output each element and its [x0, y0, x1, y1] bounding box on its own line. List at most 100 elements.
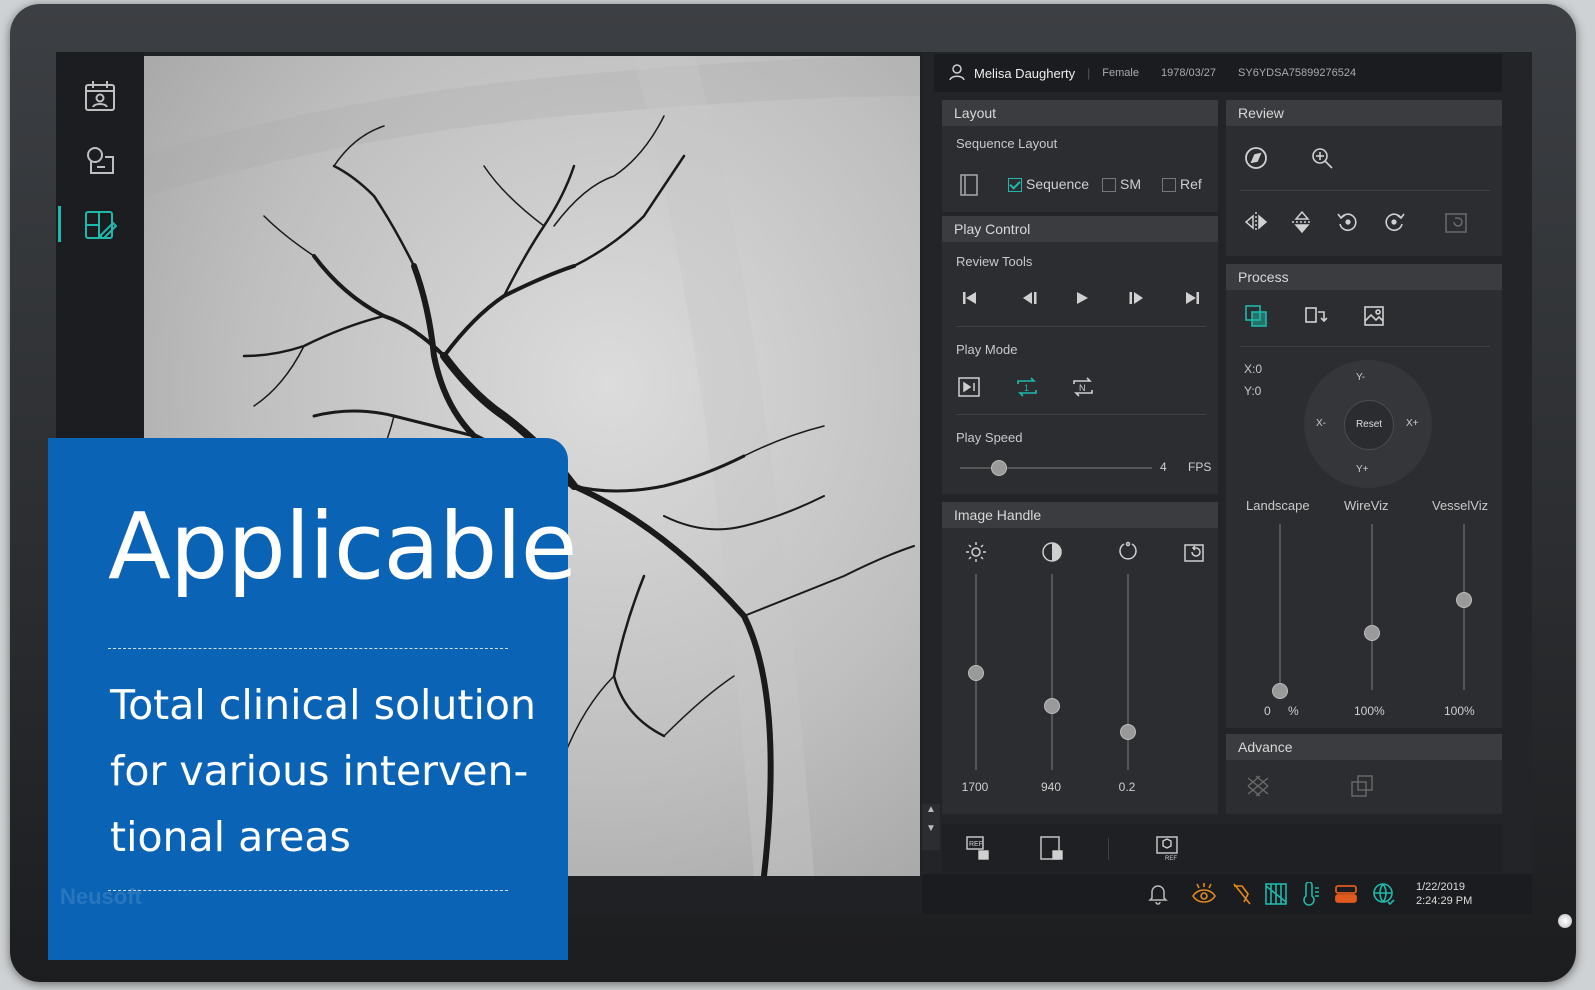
process-title: Process	[1226, 264, 1502, 290]
play-control-title: Play Control	[942, 216, 1218, 242]
overlay-title: Applicable	[108, 493, 577, 600]
play-once-icon[interactable]	[956, 374, 982, 400]
brightness-slider[interactable]	[968, 574, 984, 770]
compass-icon[interactable]	[1242, 144, 1270, 172]
dpad-up-button[interactable]: Y-	[1356, 372, 1365, 383]
divider	[1108, 838, 1109, 860]
pixel-shift-icon[interactable]	[1302, 302, 1330, 330]
zoom-in-icon[interactable]	[1308, 144, 1336, 172]
speed-unit: FPS	[1188, 460, 1212, 474]
ref-checkbox[interactable]: Ref	[1162, 176, 1202, 193]
scroll-up-icon[interactable]: ▲	[922, 804, 940, 815]
gamma-icon[interactable]	[1116, 540, 1140, 564]
acquisition-icon[interactable]	[78, 138, 122, 182]
layout-panel: Layout Sequence Layout Sequence SM Ref	[942, 100, 1218, 212]
rotate-left-icon[interactable]	[1334, 208, 1362, 236]
rotate-right-icon[interactable]	[1380, 208, 1408, 236]
wireviz-label: WireViz	[1344, 498, 1389, 513]
vesselviz-label: VesselViz	[1432, 498, 1489, 513]
wireviz-value: 100%	[1354, 704, 1385, 718]
notification-bell-icon[interactable]	[1146, 882, 1170, 906]
brightness-icon[interactable]	[964, 540, 988, 564]
last-frame-icon[interactable]	[1180, 286, 1204, 310]
collimator-warning-icon[interactable]	[1228, 880, 1256, 908]
loop-icon[interactable]: 1	[1014, 374, 1040, 400]
slider-knob[interactable]	[1364, 624, 1380, 641]
dpad-down-button[interactable]: Y+	[1356, 464, 1369, 475]
loop-n-icon[interactable]: N	[1070, 374, 1096, 400]
wireviz-slider[interactable]	[1364, 524, 1380, 690]
mesh-icon[interactable]	[1244, 772, 1272, 800]
temperature-icon[interactable]	[1296, 880, 1324, 908]
contrast-value: 940	[1040, 780, 1062, 794]
slider-knob[interactable]	[1456, 591, 1472, 608]
slider-knob[interactable]	[968, 665, 984, 681]
vesselviz-value: 100%	[1444, 704, 1475, 718]
reset-view-icon[interactable]	[1442, 208, 1470, 236]
user-icon	[948, 63, 966, 84]
flip-horizontal-icon[interactable]	[1242, 208, 1270, 236]
advance-panel: Advance	[1226, 734, 1502, 814]
image-handle-title: Image Handle	[942, 502, 1218, 528]
contrast-icon[interactable]	[1040, 540, 1064, 564]
landscape-label: Landscape	[1246, 498, 1310, 513]
grid-icon[interactable]	[1262, 880, 1290, 908]
slider-knob[interactable]	[1272, 683, 1288, 699]
slider-knob[interactable]	[1120, 723, 1136, 740]
sm-checkbox[interactable]: SM	[1102, 176, 1141, 193]
contrast-slider[interactable]	[1044, 574, 1060, 770]
play-control-panel: Play Control Review Tools Play Mode 1 N …	[942, 216, 1218, 494]
scroll-down-icon[interactable]: ▼	[922, 823, 940, 834]
sm-label: SM	[1120, 176, 1141, 192]
network-icon[interactable]	[1370, 880, 1398, 908]
play-icon[interactable]	[1070, 286, 1094, 310]
clock-date: 1/22/2019	[1416, 881, 1465, 893]
review-edit-icon[interactable]	[58, 202, 122, 246]
reset-image-icon[interactable]	[1182, 540, 1206, 564]
image-handle-panel: Image Handle 1700 940 0.2	[942, 502, 1218, 814]
svg-text:N: N	[1079, 383, 1086, 393]
first-frame-icon[interactable]	[958, 286, 982, 310]
ref-3d-icon[interactable]: REF	[1154, 834, 1182, 862]
patient-dob: 1978/03/27	[1160, 67, 1217, 79]
dashed-divider	[108, 648, 508, 649]
dpad-left-button[interactable]: X-	[1316, 418, 1326, 429]
gamma-slider[interactable]	[1120, 574, 1136, 770]
sequence-checkbox[interactable]: Sequence	[1008, 176, 1089, 193]
slider-knob[interactable]	[991, 460, 1008, 476]
brightness-value: 1700	[961, 780, 989, 794]
radiation-eye-icon[interactable]	[1190, 880, 1218, 908]
scroll-buttons[interactable]: ▲ ▼	[922, 804, 940, 850]
layout-panel-icon[interactable]	[956, 172, 982, 198]
dpad-right-button[interactable]: X+	[1406, 418, 1419, 429]
tube-status-icon[interactable]	[1332, 880, 1360, 908]
play-speed-slider[interactable]	[960, 460, 1152, 476]
advance-title: Advance	[1226, 734, 1502, 760]
clock-time: 2:24:29 PM	[1416, 895, 1473, 907]
image-process-icon[interactable]	[1360, 302, 1388, 330]
patient-name: Melisa Daugherty	[974, 65, 1076, 81]
divider	[956, 414, 1206, 415]
slider-knob[interactable]	[1044, 698, 1060, 715]
landscape-value: 0	[1264, 704, 1271, 718]
prev-frame-icon[interactable]	[1018, 286, 1042, 310]
pan-dpad: Y- Y+ X- X+ Reset	[1304, 360, 1432, 488]
patient-gender: Female	[1102, 67, 1139, 79]
landscape-unit: %	[1288, 704, 1299, 718]
sequence-layout-label: Sequence Layout	[956, 136, 1058, 151]
process-panel: Process X:0 Y:0 Y- Y+ X- X+ Reset Landsc…	[1226, 264, 1502, 728]
subtraction-icon[interactable]	[1242, 302, 1270, 330]
flip-vertical-icon[interactable]	[1288, 208, 1316, 236]
dpad-reset-button[interactable]: Reset	[1344, 400, 1394, 450]
separator: |	[1087, 66, 1091, 80]
patient-calendar-icon[interactable]	[78, 74, 122, 118]
review-title: Review	[1226, 100, 1502, 126]
y-coordinate: Y:0	[1244, 384, 1262, 398]
landscape-slider[interactable]	[1272, 524, 1288, 699]
next-frame-icon[interactable]	[1124, 286, 1148, 310]
vesselviz-slider[interactable]	[1456, 524, 1472, 690]
check-icon	[1008, 178, 1022, 193]
save-image-icon[interactable]	[1038, 834, 1066, 862]
overlay-copy-icon[interactable]	[1348, 772, 1376, 800]
ref-save-icon[interactable]: REF	[964, 834, 992, 862]
